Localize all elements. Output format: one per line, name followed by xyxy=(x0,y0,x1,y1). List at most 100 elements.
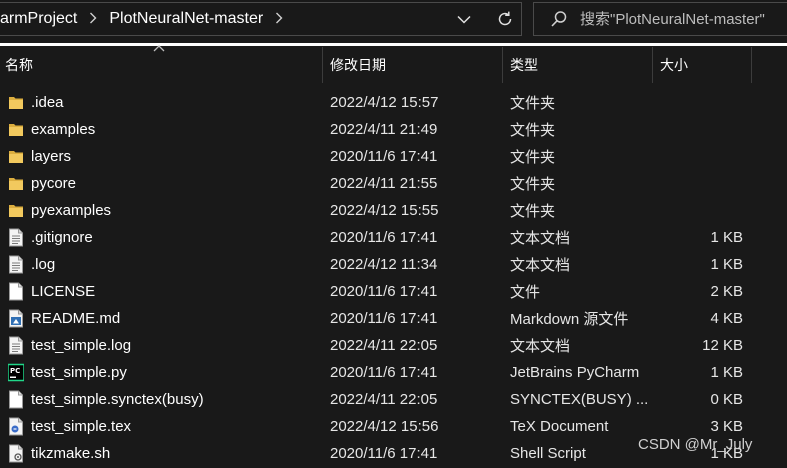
file-row[interactable]: .gitignore 2020/11/6 17:41 文本文档 1 KB xyxy=(0,224,787,251)
file-row[interactable]: examples 2022/4/11 21:49 文件夹 xyxy=(0,116,787,143)
file-type: JetBrains PyCharm xyxy=(510,364,640,381)
file-modified-date: 2022/4/11 22:05 xyxy=(330,391,438,408)
file-size xyxy=(650,170,743,197)
file-size xyxy=(650,89,743,116)
column-header-type[interactable]: 类型 xyxy=(505,47,652,83)
file-size xyxy=(650,143,743,170)
file-type: 文本文档 xyxy=(510,257,571,274)
folder-icon xyxy=(8,174,24,193)
text-file-icon xyxy=(8,336,24,355)
file-name: .log xyxy=(31,256,56,273)
watermark: CSDN @Mr_July xyxy=(638,436,753,453)
file-modified-date: 2022/4/11 22:05 xyxy=(330,337,438,354)
file-modified-date: 2020/11/6 17:41 xyxy=(330,364,438,381)
shell-script-icon xyxy=(8,444,24,463)
file-name: test_simple.tex xyxy=(31,418,132,435)
refresh-icon xyxy=(498,11,512,26)
address-bar[interactable]: armProject PlotNeuralNet-master xyxy=(0,2,522,36)
file-name: .idea xyxy=(31,94,64,111)
file-size xyxy=(650,197,743,224)
file-modified-date: 2022/4/11 21:49 xyxy=(330,121,438,138)
file-size: 1 KB xyxy=(710,256,743,273)
folder-icon xyxy=(8,120,24,139)
file-type: 文本文档 xyxy=(510,230,571,247)
file-size: 12 KB xyxy=(702,337,743,354)
file-modified-date: 2022/4/12 15:56 xyxy=(330,418,439,435)
file-name: pycore xyxy=(31,175,77,192)
file-type: 文件夹 xyxy=(510,122,556,139)
folder-icon xyxy=(8,147,24,166)
file-modified-date: 2020/11/6 17:41 xyxy=(330,229,438,246)
file-name: README.md xyxy=(31,310,121,327)
navigation-bar: armProject PlotNeuralNet-master xyxy=(0,0,787,40)
column-divider[interactable] xyxy=(502,47,503,83)
file-modified-date: 2022/4/12 15:55 xyxy=(330,202,439,219)
toolbar-divider xyxy=(0,43,787,46)
chevron-right-icon[interactable] xyxy=(89,12,97,27)
file-modified-date: 2020/11/6 17:41 xyxy=(330,310,438,327)
chevron-down-icon xyxy=(457,15,471,24)
search-box[interactable] xyxy=(533,2,787,36)
svg-text:PC: PC xyxy=(10,367,20,375)
file-type: 文本文档 xyxy=(510,338,571,355)
markdown-file-icon xyxy=(8,309,24,328)
file-name: layers xyxy=(31,148,72,165)
file-size xyxy=(650,116,743,143)
blank-file-icon xyxy=(8,282,24,301)
file-type: TeX Document xyxy=(510,418,609,435)
file-name: pyexamples xyxy=(31,202,112,219)
file-modified-date: 2022/4/12 15:57 xyxy=(330,94,439,111)
file-type: Shell Script xyxy=(510,445,586,462)
breadcrumb-item-current[interactable]: PlotNeuralNet-master xyxy=(109,10,263,28)
file-size: 1 KB xyxy=(710,229,743,246)
file-size: 0 KB xyxy=(710,391,743,408)
folder-icon xyxy=(8,93,24,112)
file-row[interactable]: pyexamples 2022/4/12 15:55 文件夹 xyxy=(0,197,787,224)
file-name: tikzmake.sh xyxy=(31,445,111,462)
file-name: examples xyxy=(31,121,96,138)
blank-file-icon xyxy=(8,390,24,409)
file-name: test_simple.log xyxy=(31,337,132,354)
file-type: Markdown 源文件 xyxy=(510,311,629,328)
column-divider[interactable] xyxy=(751,47,752,83)
search-icon xyxy=(551,11,567,27)
file-type: 文件 xyxy=(510,284,541,301)
file-size: 2 KB xyxy=(710,283,743,300)
pycharm-file-icon: PC xyxy=(7,363,25,382)
file-row[interactable]: pycore 2022/4/11 21:55 文件夹 xyxy=(0,170,787,197)
search-input[interactable] xyxy=(580,10,787,28)
file-row[interactable]: PC test_simple.py 2020/11/6 17:41 JetBrains… xyxy=(0,359,787,386)
file-name: test_simple.synctex(busy) xyxy=(31,391,204,408)
column-divider[interactable] xyxy=(652,47,653,83)
address-history-dropdown[interactable] xyxy=(452,3,476,35)
column-header-name[interactable]: 名称 xyxy=(0,47,322,83)
text-file-icon xyxy=(8,255,24,274)
file-row[interactable]: test_simple.log 2022/4/11 22:05 文本文档 12 KB xyxy=(0,332,787,359)
file-row[interactable]: .idea 2022/4/12 15:57 文件夹 xyxy=(0,89,787,116)
file-row[interactable]: README.md 2020/11/6 17:41 Markdown 源文件 4 KB xyxy=(0,305,787,332)
column-divider[interactable] xyxy=(322,47,323,83)
folder-icon xyxy=(8,201,24,220)
file-modified-date: 2020/11/6 17:41 xyxy=(330,445,438,462)
file-row[interactable]: .log 2022/4/12 11:34 文本文档 1 KB xyxy=(0,251,787,278)
file-name: .gitignore xyxy=(31,229,93,246)
file-type: 文件夹 xyxy=(510,203,556,220)
file-type: SYNCTEX(BUSY) ... xyxy=(510,391,649,408)
file-type: 文件夹 xyxy=(510,176,556,193)
chevron-right-icon[interactable] xyxy=(275,12,283,27)
breadcrumb-item-parent[interactable]: armProject xyxy=(0,10,77,28)
file-modified-date: 2020/11/6 17:41 xyxy=(330,148,438,165)
text-file-icon xyxy=(8,228,24,247)
file-size: 1 KB xyxy=(710,364,743,381)
file-row[interactable]: layers 2020/11/6 17:41 文件夹 xyxy=(0,143,787,170)
file-row[interactable]: LICENSE 2020/11/6 17:41 文件 2 KB xyxy=(0,278,787,305)
file-list: .idea 2022/4/12 15:57 文件夹 examples 2022/4/11… xyxy=(0,89,787,467)
file-row[interactable]: test_simple.synctex(busy) 2022/4/11 22:05… xyxy=(0,386,787,413)
file-name: LICENSE xyxy=(31,283,96,300)
file-modified-date: 2022/4/11 21:55 xyxy=(330,175,438,192)
file-modified-date: 2020/11/6 17:41 xyxy=(330,283,438,300)
column-header-size[interactable]: 大小 xyxy=(655,47,751,83)
column-header-date[interactable]: 修改日期 xyxy=(325,47,502,83)
refresh-button[interactable] xyxy=(489,3,521,35)
file-name: test_simple.py xyxy=(31,364,127,381)
